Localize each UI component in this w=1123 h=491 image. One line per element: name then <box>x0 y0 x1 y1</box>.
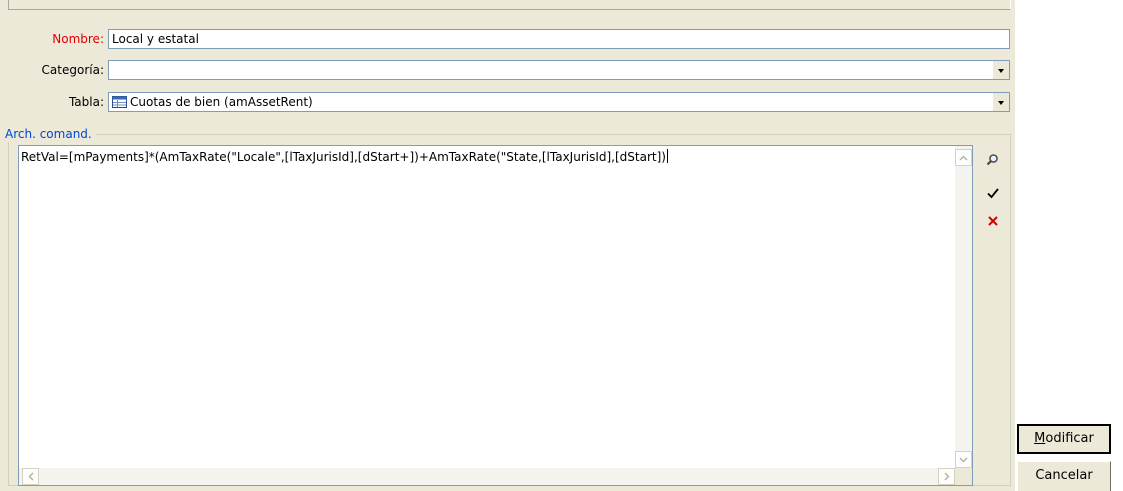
table-dropdown-button[interactable] <box>993 93 1009 111</box>
scroll-right-button[interactable] <box>938 468 955 485</box>
table-combobox[interactable]: Cuotas de bien (amAssetRent) <box>108 92 1010 112</box>
magnifier-icon <box>986 154 998 166</box>
chevron-down-icon <box>959 456 968 463</box>
chevron-down-icon <box>998 101 1004 105</box>
category-label: Categoría: <box>41 63 104 77</box>
table-icon <box>112 96 127 108</box>
chevron-down-icon <box>998 69 1004 73</box>
red-x-icon <box>988 216 998 226</box>
top-frame-edge <box>8 0 1011 10</box>
script-code[interactable]: RetVal=[mPayments]*(AmTaxRate("Locale",[… <box>21 149 668 165</box>
script-editor[interactable]: RetVal=[mPayments]*(AmTaxRate("Locale",[… <box>18 145 973 486</box>
chevron-right-icon <box>943 472 950 481</box>
modify-label: odificar <box>1045 431 1094 446</box>
checkmark-icon <box>987 188 999 199</box>
search-button[interactable] <box>983 150 1003 170</box>
script-group-title: Arch. comand. <box>5 126 96 142</box>
modify-button[interactable]: Modificar <box>1017 424 1111 454</box>
validate-button[interactable] <box>983 183 1003 203</box>
horizontal-scrollbar[interactable] <box>19 468 955 485</box>
vertical-scrollbar[interactable] <box>955 146 972 468</box>
category-dropdown-button[interactable] <box>993 61 1009 79</box>
clear-button[interactable] <box>983 211 1003 231</box>
name-field[interactable]: Local y estatal <box>108 29 1010 49</box>
cancel-button[interactable]: Cancelar <box>1017 461 1111 491</box>
script-text: RetVal=[mPayments]*(AmTaxRate("Locale",[… <box>21 150 666 164</box>
name-value: Local y estatal <box>112 32 199 46</box>
scroll-down-button[interactable] <box>955 451 972 468</box>
chevron-up-icon <box>959 154 968 161</box>
scroll-left-button[interactable] <box>22 468 39 485</box>
chevron-left-icon <box>27 472 34 481</box>
table-value: Cuotas de bien (amAssetRent) <box>130 95 313 109</box>
scrollbar-corner <box>955 468 972 485</box>
form-panel: Nombre: Local y estatal Categoría: Tabla… <box>0 0 1015 491</box>
cancel-label: Cancelar <box>1035 468 1093 483</box>
name-label: Nombre: <box>52 32 104 46</box>
scroll-up-button[interactable] <box>955 149 972 166</box>
modify-mnemonic: M <box>1034 431 1046 446</box>
table-label: Tabla: <box>68 95 104 109</box>
category-combobox[interactable] <box>108 60 1010 80</box>
text-caret <box>666 149 668 163</box>
